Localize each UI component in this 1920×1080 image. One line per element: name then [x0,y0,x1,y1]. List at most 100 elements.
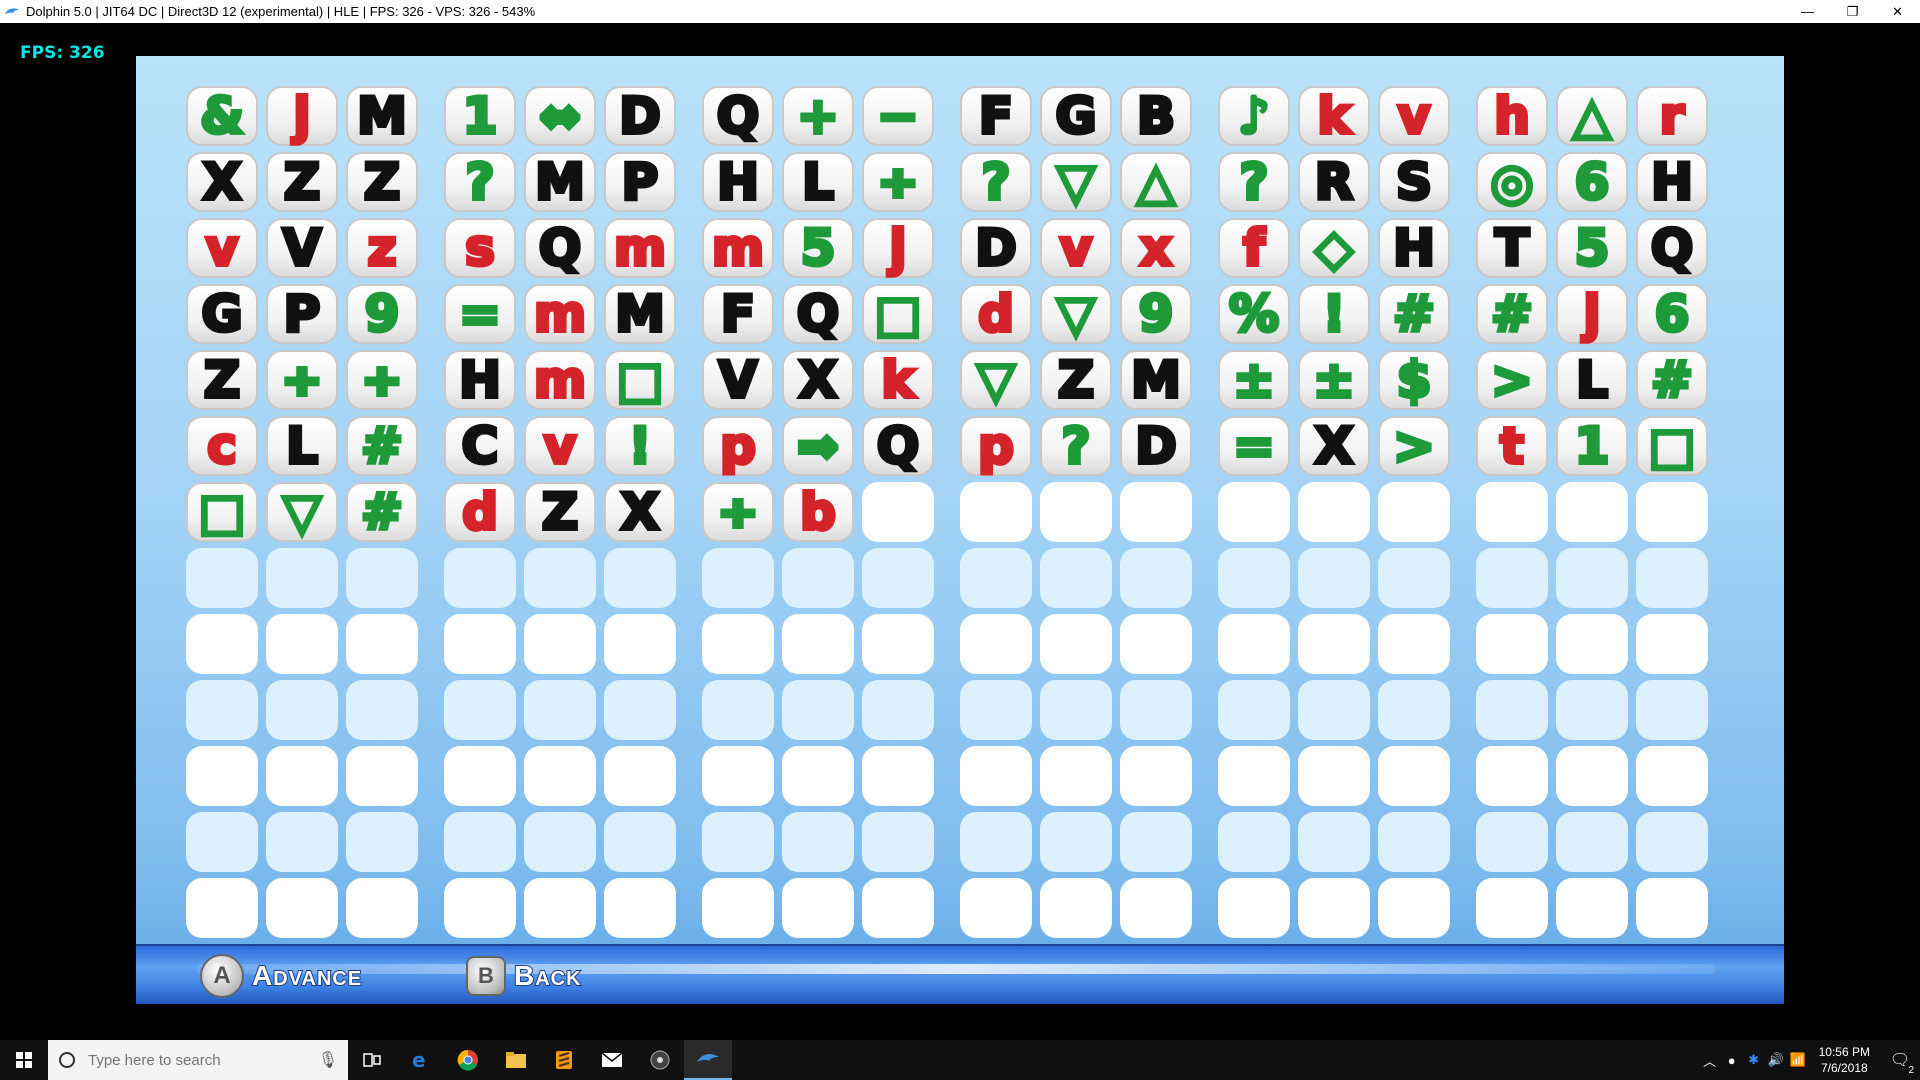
symbol-tile[interactable]: C [444,416,516,476]
symbol-tile[interactable]: j [862,218,934,278]
close-button[interactable]: ✕ [1875,0,1920,23]
symbol-tile[interactable]: # [1636,350,1708,410]
symbol-tile[interactable]: X [186,152,258,212]
mail-icon[interactable] [588,1040,636,1080]
symbol-tile[interactable]: D [1120,416,1192,476]
symbol-tile[interactable]: > [1476,350,1548,410]
symbol-tile[interactable]: ± [1298,350,1370,410]
symbol-tile[interactable]: ÷ [862,152,934,212]
symbol-tile[interactable]: X [1298,416,1370,476]
chrome-icon[interactable] [444,1040,492,1080]
search-input[interactable] [86,1050,310,1070]
symbol-tile[interactable]: ⇒ [782,416,854,476]
symbol-tile[interactable]: ? [1218,152,1290,212]
symbol-tile[interactable]: d [960,284,1032,344]
microphone-icon[interactable]: 🎙 [318,1050,338,1070]
symbol-tile[interactable]: X [782,350,854,410]
symbol-tile[interactable]: f [1218,218,1290,278]
symbol-tile[interactable]: 6 [1556,152,1628,212]
symbol-tile[interactable]: ± [1218,350,1290,410]
symbol-tile[interactable]: X [604,482,676,542]
symbol-tile[interactable]: p [960,416,1032,476]
symbol-tile[interactable]: Z [1040,350,1112,410]
symbol-tile[interactable]: # [1476,284,1548,344]
symbol-tile[interactable]: T [1476,218,1548,278]
symbol-tile[interactable]: V [266,218,338,278]
symbol-tile[interactable]: s [444,218,516,278]
symbol-tile[interactable]: M [346,86,418,146]
symbol-tile[interactable]: Q [1636,218,1708,278]
symbol-tile[interactable]: F [702,284,774,344]
symbol-tile[interactable]: = [1218,416,1290,476]
symbol-tile[interactable]: ▽ [1040,284,1112,344]
minimize-button[interactable]: — [1785,0,1830,23]
symbol-tile[interactable]: L [266,416,338,476]
symbol-tile[interactable]: H [1378,218,1450,278]
restore-button[interactable]: ❐ [1830,0,1875,23]
symbol-tile[interactable]: Z [346,152,418,212]
symbol-tile[interactable]: v [524,416,596,476]
sublime-icon[interactable] [540,1040,588,1080]
symbol-tile[interactable]: V [702,350,774,410]
symbol-tile[interactable]: D [604,86,676,146]
symbol-tile[interactable]: 1 [444,86,516,146]
symbol-tile[interactable]: # [346,416,418,476]
symbol-tile[interactable]: ? [1040,416,1112,476]
symbol-tile[interactable]: $ [1378,350,1450,410]
symbol-tile[interactable]: ÷ [266,350,338,410]
dolphin-taskbar-icon[interactable] [684,1040,732,1080]
symbol-tile[interactable]: % [1218,284,1290,344]
symbol-tile[interactable]: k [862,350,934,410]
chevron-up-icon[interactable]: ︿ [1699,1051,1721,1070]
symbol-tile[interactable]: j [1556,284,1628,344]
symbol-tile[interactable]: ▽ [266,482,338,542]
symbol-tile[interactable]: P [266,284,338,344]
symbol-tile[interactable]: G [186,284,258,344]
security-icon[interactable]: ● [1721,1053,1743,1068]
symbol-tile[interactable]: 5 [782,218,854,278]
symbol-tile[interactable]: ⇔ [524,86,596,146]
symbol-tile[interactable]: □ [186,482,258,542]
symbol-tile[interactable]: ◇ [1298,218,1370,278]
symbol-tile[interactable]: m [604,218,676,278]
symbol-tile[interactable]: v [1378,86,1450,146]
symbol-tile[interactable]: ? [444,152,516,212]
symbol-tile[interactable]: Z [186,350,258,410]
symbol-tile[interactable]: △ [1120,152,1192,212]
symbol-tile[interactable]: + [782,86,854,146]
file-explorer-icon[interactable] [492,1040,540,1080]
symbol-tile[interactable]: ◎ [1476,152,1548,212]
symbol-tile[interactable]: L [782,152,854,212]
symbol-tile[interactable]: B [1120,86,1192,146]
symbol-tile[interactable]: b [782,482,854,542]
symbol-tile[interactable]: x [1120,218,1192,278]
symbol-tile[interactable]: t [1476,416,1548,476]
symbol-tile[interactable]: Q [782,284,854,344]
symbol-tile[interactable]: 9 [1120,284,1192,344]
symbol-tile[interactable]: M [524,152,596,212]
clock[interactable]: 10:56 PM 7/6/2018 [1819,1044,1870,1076]
notification-center-icon[interactable]: 🗨 2 [1880,1050,1920,1076]
symbol-tile[interactable]: v [1040,218,1112,278]
symbol-tile[interactable]: H [444,350,516,410]
symbol-tile[interactable]: c [186,416,258,476]
start-button[interactable] [0,1040,48,1080]
symbol-tile[interactable]: ? [960,152,1032,212]
symbol-tile[interactable]: Q [702,86,774,146]
symbol-tile[interactable]: H [702,152,774,212]
symbol-tile[interactable]: # [346,482,418,542]
symbol-tile[interactable]: R [1298,152,1370,212]
back-hint[interactable]: B Back [466,956,582,996]
symbol-tile[interactable]: 9 [346,284,418,344]
symbol-tile[interactable]: □ [1636,416,1708,476]
symbol-tile[interactable]: ÷ [702,482,774,542]
symbol-tile[interactable]: m [702,218,774,278]
advance-hint[interactable]: A Advance [200,954,362,998]
symbol-tile[interactable]: ▽ [1040,152,1112,212]
symbol-tile[interactable]: = [444,284,516,344]
symbol-tile[interactable]: □ [862,284,934,344]
symbol-tile[interactable]: △ [1556,86,1628,146]
emulator-viewport[interactable]: FPS: 326 & j M 1 ⇔ D Q + − F G B ♪ k v h △ r X Z Z? M P H L ÷? ▽ △?… [0,23,1920,1040]
symbol-tile[interactable]: d [444,482,516,542]
task-view-icon[interactable] [348,1040,396,1080]
